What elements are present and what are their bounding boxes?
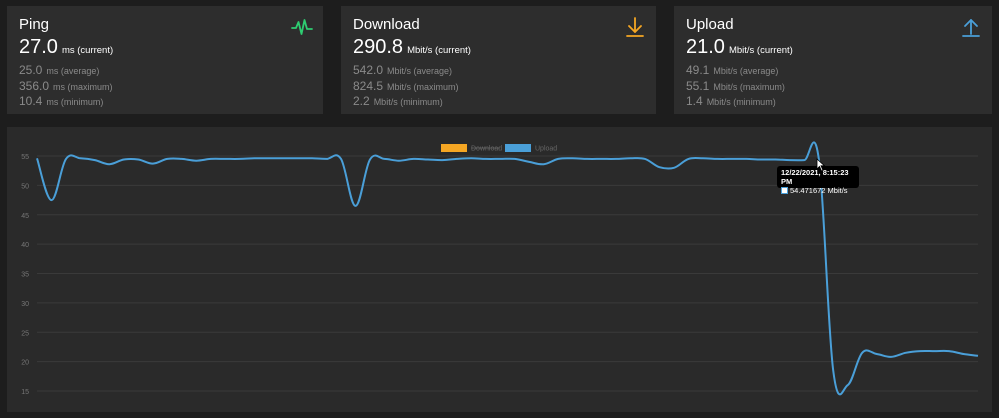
maximum-value: 824.5 Mbit/s (maximum) xyxy=(353,78,459,93)
maximum-value: 356.0 ms (maximum) xyxy=(19,78,113,93)
mouse-cursor-icon xyxy=(816,158,826,172)
card-title: Upload xyxy=(686,16,734,33)
current-value: 27.0 ms (current) xyxy=(19,36,114,58)
y-tick-label: 35 xyxy=(21,272,29,279)
upload-card: Upload 21.0 Mbit/s (current) 49.1 Mbit/s (… xyxy=(674,6,992,114)
y-tick-label: 30 xyxy=(21,301,29,308)
minimum-value: 10.4 ms (minimum) xyxy=(19,94,104,108)
download-arrow-icon xyxy=(626,17,644,37)
current-value: 290.8 Mbit/s (current) xyxy=(353,36,471,58)
tooltip-value: 54.471672 Mbit/s xyxy=(790,186,848,195)
minimum-value: 2.2 Mbit/s (minimum) xyxy=(353,94,443,108)
legend-swatch xyxy=(505,144,531,152)
card-title: Download xyxy=(353,16,420,33)
y-tick-label: 20 xyxy=(21,360,29,367)
y-tick-label: 45 xyxy=(21,213,29,220)
y-tick-label: 25 xyxy=(21,330,29,337)
download-card: Download 290.8 Mbit/s (current) 542.0 Mbit… xyxy=(341,6,656,114)
tooltip-swatch xyxy=(781,187,788,194)
y-tick-label: 50 xyxy=(21,183,29,190)
average-value: 25.0 ms (average) xyxy=(19,63,100,77)
y-tick-label: 15 xyxy=(21,389,29,396)
card-title: Ping xyxy=(19,16,50,33)
average-value: 542.0 Mbit/s (average) xyxy=(353,63,453,77)
pulse-icon xyxy=(291,19,313,35)
upload-arrow-icon xyxy=(962,19,980,37)
current-value: 21.0 Mbit/s (current) xyxy=(686,36,793,58)
legend-label: Download xyxy=(471,146,502,153)
tooltip-row: 54.471672 Mbit/s xyxy=(781,186,855,195)
legend-label: Upload xyxy=(535,146,557,153)
maximum-value: 55.1 Mbit/s (maximum) xyxy=(686,78,785,93)
y-tick-label: 40 xyxy=(21,242,29,249)
legend-swatch xyxy=(441,144,467,152)
y-tick-label: 55 xyxy=(21,154,29,161)
ping-card: Ping 27.0 ms (current) 25.0 ms (average) 3… xyxy=(7,6,323,114)
minimum-value: 1.4 Mbit/s (minimum) xyxy=(686,94,776,108)
average-value: 49.1 Mbit/s (average) xyxy=(686,63,779,77)
